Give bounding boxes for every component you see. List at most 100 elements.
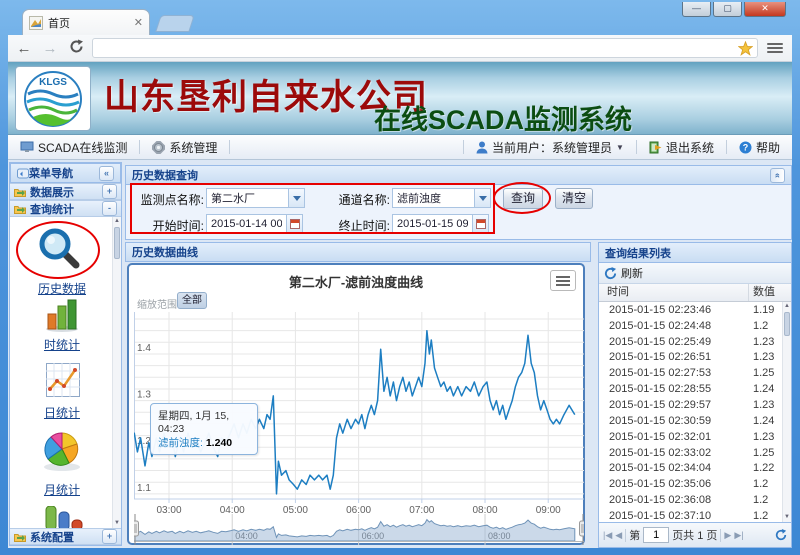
table-row[interactable]: 2015-01-15 02:23:461.19 [599,302,791,318]
maximize-button[interactable]: ▢ [713,2,742,17]
sidebar-item-day-stats[interactable]: 日统计 [10,404,114,421]
range-button-all[interactable]: 全部 [177,292,207,309]
address-bar[interactable] [92,38,758,58]
system-title: 在线SCADA监测系统 [374,98,632,137]
svg-text:1.3: 1.3 [137,390,151,401]
query-results-panel: 查询结果列表 刷新 时间 数值 2015-01-15 02:23:461.192… [598,242,792,548]
channel-select[interactable] [392,188,491,208]
scroll-thumb[interactable] [784,312,790,336]
column-time[interactable]: 时间 [599,284,749,301]
channel-select-input[interactable] [392,188,474,208]
bar-chart-icon[interactable] [44,298,80,332]
sidebar-scrollbar[interactable]: ▲ ▼ [112,217,121,528]
chart-title: 第二水厂-滤前浊度曲线 [129,272,583,291]
table-row[interactable]: 2015-01-15 02:28:551.24 [599,381,791,397]
scroll-thumb[interactable] [114,227,120,259]
table-row[interactable]: 2015-01-15 02:33:021.25 [599,445,791,461]
chart-navigator[interactable]: 04:0006:0008:00 [134,514,584,545]
minimize-button[interactable]: — [682,2,711,17]
calendar-icon[interactable] [286,214,303,234]
sidebar-item-history-data[interactable]: 历史数据 [10,280,114,297]
sidebar-item-hour-stats[interactable]: 时统计 [10,336,114,353]
refresh-icon[interactable] [604,267,617,280]
close-button[interactable]: ✕ [744,2,786,17]
scroll-up-icon[interactable]: ▲ [783,302,791,311]
sidebar-item-month-stats[interactable]: 月统计 [10,481,114,498]
table-row[interactable]: 2015-01-15 02:27:531.25 [599,365,791,381]
browser-tab[interactable]: 首页 ✕ [22,9,150,35]
new-tab-button[interactable] [155,15,195,32]
expand-icon[interactable]: + [102,529,117,544]
sidebar-collapse-icon[interactable]: « [99,166,114,181]
table-row[interactable]: 2015-01-15 02:26:511.23 [599,350,791,366]
bar-chart-partial-icon[interactable] [44,506,84,528]
pie-chart-icon[interactable] [39,431,85,473]
last-page-icon[interactable]: ▶| [734,530,743,541]
logout-menu[interactable]: 退出系统 [645,137,718,158]
expand-icon[interactable]: + [102,184,117,199]
logout-icon [649,141,662,154]
browser-menu-icon[interactable] [764,39,786,57]
panel-collapse-icon[interactable]: « [770,168,785,183]
svg-text:03:00: 03:00 [156,505,181,514]
table-row[interactable]: 2015-01-15 02:29:571.23 [599,397,791,413]
column-value[interactable]: 数值 [749,284,783,301]
menu-scada-monitor[interactable]: SCADA在线监测 [16,137,131,158]
cell-value: 1.24 [749,415,781,427]
table-row[interactable]: 2015-01-15 02:34:041.22 [599,460,791,476]
help-menu[interactable]: ? 帮助 [735,137,784,158]
prev-page-icon[interactable]: ◀ [615,530,622,541]
sidebar-group-query-stats[interactable]: 查询统计 - [10,200,121,217]
nav-icon [17,168,29,179]
end-time-input[interactable] [392,214,472,234]
chart-menu-icon[interactable] [550,270,576,291]
results-scrollbar[interactable]: ▲ ▼ [782,302,791,522]
reload-icon[interactable] [66,39,86,58]
first-page-icon[interactable]: |◀ [603,530,612,541]
tooltip-value: 1.240 [206,437,232,449]
table-row[interactable]: 2015-01-15 02:30:591.24 [599,413,791,429]
menu-separator [463,140,464,154]
current-user-menu[interactable]: 当前用户：系统管理员 ▼ [472,137,628,158]
cell-value: 1.2 [749,320,781,332]
curve-panel-header: 历史数据曲线 [125,242,591,262]
table-row[interactable]: 2015-01-15 02:36:081.2 [599,492,791,508]
page-number-input[interactable] [643,527,669,543]
table-row[interactable]: 2015-01-15 02:32:011.23 [599,429,791,445]
start-time-input[interactable] [206,214,286,234]
menu-system-manage[interactable]: 系统管理 [148,137,221,158]
scroll-up-icon[interactable]: ▲ [113,217,121,226]
dropdown-trigger-icon[interactable] [288,188,305,208]
table-row[interactable]: 2015-01-15 02:25:491.23 [599,334,791,350]
results-column-header: 时间 数值 [599,284,791,302]
station-select-input[interactable] [206,188,288,208]
tab-close-icon[interactable]: ✕ [134,16,143,29]
start-time-field[interactable] [206,214,303,234]
sidebar-group-data-display[interactable]: 数据展示 + [10,183,121,200]
refresh-label[interactable]: 刷新 [621,265,643,281]
pager-refresh-icon[interactable] [775,529,787,541]
forward-icon[interactable]: → [40,40,60,57]
bookmark-star-icon[interactable] [738,41,753,56]
back-icon[interactable]: ← [14,40,34,57]
scroll-down-icon[interactable]: ▼ [783,513,791,522]
clear-button[interactable]: 清空 [555,188,593,209]
station-select[interactable] [206,188,305,208]
scroll-down-icon[interactable]: ▼ [113,519,121,528]
line-chart-icon[interactable] [46,363,80,397]
query-panel-header: 历史数据查询 « [125,165,792,185]
collapse-icon[interactable]: - [102,201,117,216]
search-button[interactable]: 查询 [503,188,543,209]
calendar-icon[interactable] [472,214,489,234]
cell-time: 2015-01-15 02:33:02 [599,447,749,459]
dropdown-trigger-icon[interactable] [474,188,491,208]
end-time-field[interactable] [392,214,489,234]
sidebar-group-system-config[interactable]: 系统配置 + [10,528,121,545]
cell-value: 1.23 [749,431,781,443]
user-icon [476,141,488,154]
table-row[interactable]: 2015-01-15 02:35:061.2 [599,476,791,492]
table-row[interactable]: 2015-01-15 02:24:481.2 [599,318,791,334]
table-row[interactable]: 2015-01-15 02:37:101.2 [599,508,791,522]
search-icon[interactable] [37,226,81,270]
next-page-icon[interactable]: ▶ [724,530,731,541]
